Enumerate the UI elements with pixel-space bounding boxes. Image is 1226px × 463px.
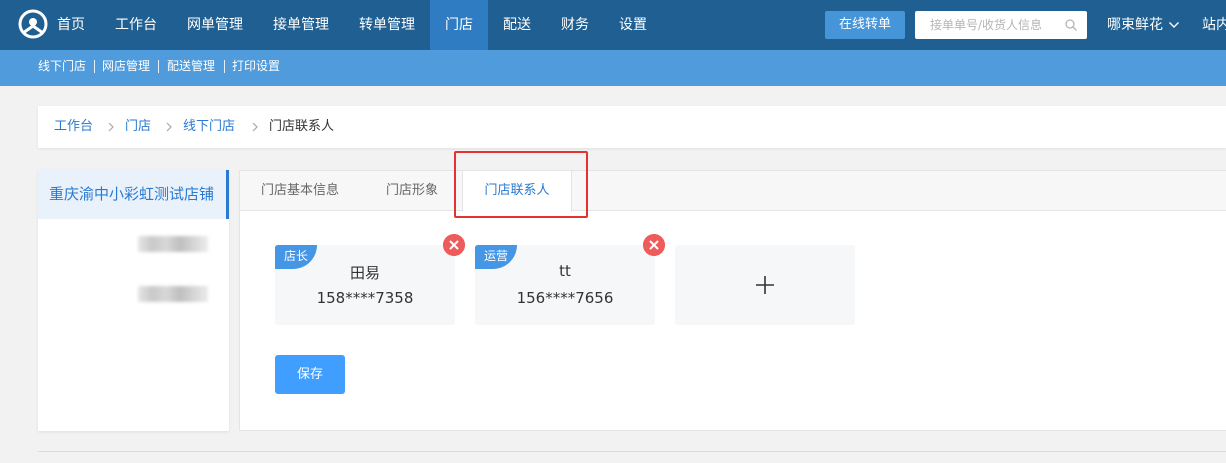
nav-item-receive-orders[interactable]: 接单管理	[259, 0, 343, 50]
nav-item-stores[interactable]: 门店	[430, 0, 488, 50]
top-navigation-bar: 首页 工作台 网单管理 接单管理 转单管理 门店 配送 财务 设置 在线转单 哪…	[0, 0, 1226, 50]
search-input[interactable]	[915, 11, 1065, 39]
add-contact-button[interactable]	[675, 245, 855, 325]
store-list-item-redacted[interactable]	[138, 236, 208, 252]
breadcrumb-store-contacts: 门店联系人	[269, 119, 335, 134]
subnav-divider	[94, 60, 95, 73]
search-icon[interactable]	[1065, 19, 1077, 31]
plus-icon	[756, 276, 774, 294]
tab-store-image[interactable]: 门店形象	[386, 171, 438, 211]
contact-card[interactable]: 店长 田易 158****7358	[275, 245, 455, 325]
breadcrumb-offline-stores[interactable]: 线下门店	[183, 106, 235, 148]
shop-name-dropdown[interactable]: 哪束鲜花	[1107, 0, 1163, 50]
store-list-item-redacted[interactable]	[138, 286, 208, 302]
tabs-bar: 门店基本信息 门店形象 门店联系人	[240, 171, 1226, 212]
breadcrumb-stores[interactable]: 门店	[125, 106, 151, 148]
nav-item-home[interactable]: 首页	[43, 0, 99, 50]
contact-name: tt	[559, 262, 571, 280]
breadcrumb: 工作台 门店 线下门店 门店联系人	[38, 106, 1226, 148]
subnav-divider	[158, 60, 159, 73]
nav-item-finance[interactable]: 财务	[547, 0, 603, 50]
store-list-item-selected[interactable]: 重庆渝中小彩虹测试店铺	[38, 170, 229, 219]
contact-phone: 158****7358	[316, 289, 414, 307]
nav-item-transfer-orders[interactable]: 转单管理	[345, 0, 429, 50]
annotation-highlight-box	[454, 151, 588, 218]
nav-item-web-orders[interactable]: 网单管理	[173, 0, 257, 50]
contact-phone: 156****7656	[516, 289, 614, 307]
store-list-panel: 重庆渝中小彩虹测试店铺	[38, 170, 229, 431]
subnav-divider	[224, 60, 225, 73]
save-button[interactable]: 保存	[275, 355, 345, 394]
subnav-item-online-stores[interactable]: 网店管理	[102, 50, 150, 83]
contact-name: 田易	[349, 264, 380, 282]
chevron-right-icon	[108, 122, 114, 132]
nav-item-delivery[interactable]: 配送	[489, 0, 545, 50]
chevron-right-icon	[252, 122, 258, 132]
station-messages-link[interactable]: 站内	[1202, 0, 1226, 50]
divider	[38, 451, 1226, 452]
chevron-down-icon[interactable]	[1168, 19, 1180, 31]
delete-contact-icon[interactable]	[643, 234, 665, 256]
delete-contact-icon[interactable]	[443, 234, 465, 256]
subnav-item-print-settings[interactable]: 打印设置	[232, 50, 280, 83]
nav-item-settings[interactable]: 设置	[605, 0, 661, 50]
search-box	[915, 11, 1087, 39]
store-name: 重庆渝中小彩虹测试店铺	[49, 185, 215, 203]
subnav-item-offline-stores[interactable]: 线下门店	[38, 50, 86, 83]
chevron-right-icon	[166, 122, 172, 132]
online-transfer-button[interactable]: 在线转单	[825, 11, 905, 39]
nav-item-workbench[interactable]: 工作台	[101, 0, 171, 50]
tab-basic-info[interactable]: 门店基本信息	[261, 171, 339, 211]
sub-navigation-bar: 线下门店 网店管理 配送管理 打印设置	[0, 50, 1226, 86]
subnav-item-delivery-management[interactable]: 配送管理	[167, 50, 215, 83]
breadcrumb-workbench[interactable]: 工作台	[54, 106, 93, 148]
contact-card[interactable]: 运营 tt 156****7656	[475, 245, 655, 325]
